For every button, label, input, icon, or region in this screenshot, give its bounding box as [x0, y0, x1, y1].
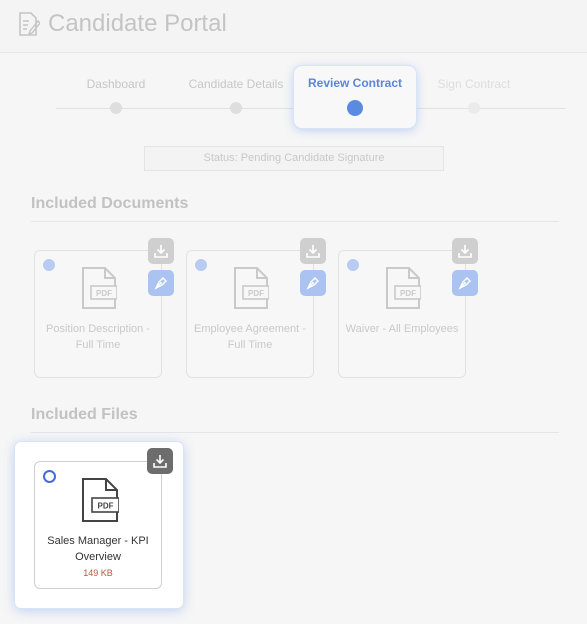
- download-icon: [306, 245, 320, 258]
- step-dashboard[interactable]: Dashboard: [56, 75, 176, 114]
- files-section-title: Included Files: [31, 406, 138, 423]
- select-radio[interactable]: [43, 470, 56, 483]
- step-candidate-details[interactable]: Candidate Details: [176, 75, 296, 114]
- app-header: Candidate Portal: [0, 0, 587, 53]
- file-size: 149 KB: [83, 568, 113, 578]
- document-edit-icon: [19, 12, 40, 36]
- status-badge: Status: Pending Candidate Signature: [144, 146, 444, 171]
- step-review-contract[interactable]: Review Contract: [294, 66, 416, 128]
- document-card[interactable]: PDF Waiver - All Employees: [338, 250, 466, 378]
- download-button[interactable]: [452, 238, 478, 264]
- download-icon: [458, 245, 472, 258]
- download-button[interactable]: [147, 448, 173, 474]
- pdf-label: PDF: [96, 289, 112, 298]
- pdf-label: PDF: [98, 502, 114, 511]
- pdf-file-icon: PDF: [234, 267, 269, 309]
- step-dot: [230, 102, 242, 114]
- page-title: Candidate Portal: [48, 10, 227, 37]
- select-radio[interactable]: [195, 259, 207, 271]
- step-dot-active: [347, 100, 363, 116]
- step-label: Candidate Details: [188, 77, 284, 91]
- document-card[interactable]: PDF Employee Agreement - Full Time: [186, 250, 314, 378]
- download-button[interactable]: [148, 238, 174, 264]
- document-name: Position Description - Full Time: [46, 323, 150, 351]
- pdf-file-icon: PDF: [82, 267, 117, 309]
- step-label: Review Contract: [307, 76, 403, 90]
- pen-nib-icon: [306, 277, 319, 290]
- documents-section-title: Included Documents: [31, 195, 189, 212]
- select-radio[interactable]: [43, 259, 55, 271]
- step-dot: [468, 102, 480, 114]
- pdf-file-icon: PDF: [82, 478, 119, 522]
- file-name: Sales Manager - KPI Overview: [47, 535, 149, 563]
- file-item-panel: PDF Sales Manager - KPI Overview 149 KB: [15, 442, 183, 608]
- select-radio[interactable]: [347, 259, 359, 271]
- download-icon: [153, 455, 167, 468]
- document-name: Employee Agreement - Full Time: [194, 323, 306, 351]
- sign-button[interactable]: [452, 270, 478, 296]
- section-divider: [31, 432, 559, 433]
- download-button[interactable]: [300, 238, 326, 264]
- pdf-label: PDF: [248, 289, 264, 298]
- document-card[interactable]: PDF Position Description - Full Time: [34, 250, 162, 378]
- sign-button[interactable]: [300, 270, 326, 296]
- document-name: Waiver - All Employees: [345, 323, 459, 335]
- pen-nib-icon: [458, 277, 471, 290]
- pdf-label: PDF: [400, 289, 416, 298]
- step-label: Dashboard: [86, 77, 146, 91]
- step-dot: [110, 102, 122, 114]
- sign-button[interactable]: [148, 270, 174, 296]
- step-sign-contract[interactable]: Sign Contract: [414, 75, 534, 114]
- step-label: Sign Contract: [437, 77, 511, 91]
- download-icon: [154, 245, 168, 258]
- file-card[interactable]: PDF Sales Manager - KPI Overview 149 KB: [34, 461, 162, 589]
- pen-nib-icon: [154, 277, 167, 290]
- pdf-file-icon: PDF: [386, 267, 421, 309]
- section-divider: [31, 221, 559, 222]
